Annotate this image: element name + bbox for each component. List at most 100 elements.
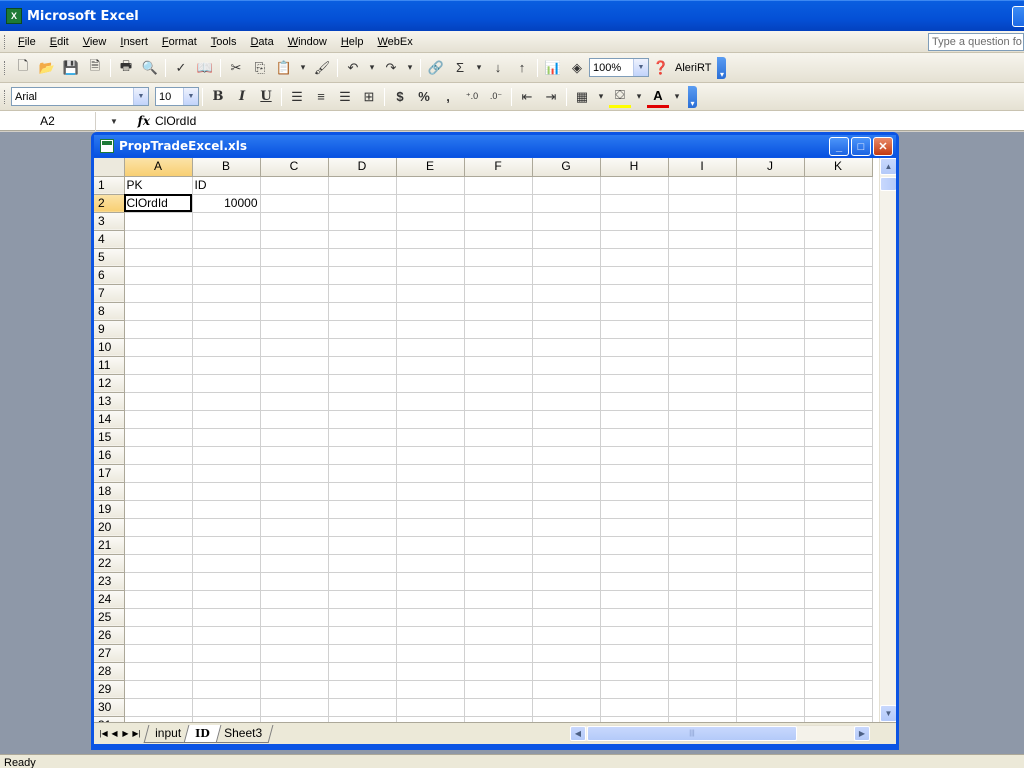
cell-f14[interactable] — [464, 410, 533, 429]
last-sheet-icon[interactable]: ▶| — [131, 729, 142, 738]
cell-h16[interactable] — [600, 446, 669, 465]
cell-f12[interactable] — [464, 374, 533, 393]
cut-icon[interactable]: ✂ — [225, 57, 247, 79]
cell-h21[interactable] — [600, 536, 669, 555]
cell-g24[interactable] — [532, 590, 601, 609]
cell-j25[interactable] — [736, 608, 805, 627]
toolbar-options-icon[interactable]: ▾ — [688, 85, 697, 108]
cell-g17[interactable] — [532, 464, 601, 483]
cell-i3[interactable] — [668, 212, 737, 231]
cell-e27[interactable] — [396, 644, 465, 663]
cell-c23[interactable] — [260, 572, 329, 591]
cell-e6[interactable] — [396, 266, 465, 285]
cell-g1[interactable] — [532, 176, 601, 195]
cell-c6[interactable] — [260, 266, 329, 285]
increase-indent-icon[interactable]: ⇥ — [540, 86, 562, 108]
cell-k12[interactable] — [804, 374, 873, 393]
redo-dropdown-icon[interactable]: ▾ — [404, 57, 416, 79]
cell-d7[interactable] — [328, 284, 397, 303]
column-header-j[interactable]: J — [736, 158, 805, 177]
cell-j14[interactable] — [736, 410, 805, 429]
cell-a7[interactable] — [124, 284, 193, 303]
select-all-corner[interactable] — [94, 158, 125, 177]
cell-a26[interactable] — [124, 626, 193, 645]
scroll-left-icon[interactable]: ◀ — [570, 726, 586, 741]
cell-f15[interactable] — [464, 428, 533, 447]
cell-g22[interactable] — [532, 554, 601, 573]
column-header-h[interactable]: H — [600, 158, 669, 177]
cell-g14[interactable] — [532, 410, 601, 429]
cell-h22[interactable] — [600, 554, 669, 573]
cell-d21[interactable] — [328, 536, 397, 555]
cell-i13[interactable] — [668, 392, 737, 411]
cell-c11[interactable] — [260, 356, 329, 375]
cell-b21[interactable] — [192, 536, 261, 555]
cell-e10[interactable] — [396, 338, 465, 357]
cell-k2[interactable] — [804, 194, 873, 213]
cell-e22[interactable] — [396, 554, 465, 573]
cell-g6[interactable] — [532, 266, 601, 285]
cell-f21[interactable] — [464, 536, 533, 555]
cell-i19[interactable] — [668, 500, 737, 519]
cell-f20[interactable] — [464, 518, 533, 537]
copy-icon[interactable]: ⎘ — [249, 57, 271, 79]
cell-b16[interactable] — [192, 446, 261, 465]
cell-g25[interactable] — [532, 608, 601, 627]
cell-i22[interactable] — [668, 554, 737, 573]
cell-a15[interactable] — [124, 428, 193, 447]
cell-c24[interactable] — [260, 590, 329, 609]
cell-a13[interactable] — [124, 392, 193, 411]
cell-k25[interactable] — [804, 608, 873, 627]
undo-icon[interactable]: ↶ — [342, 57, 364, 79]
cell-h8[interactable] — [600, 302, 669, 321]
cell-d8[interactable] — [328, 302, 397, 321]
cell-h20[interactable] — [600, 518, 669, 537]
cell-e9[interactable] — [396, 320, 465, 339]
cell-e28[interactable] — [396, 662, 465, 681]
fill-color-dropdown-icon[interactable]: ▾ — [633, 86, 645, 108]
cell-g16[interactable] — [532, 446, 601, 465]
cell-j2[interactable] — [736, 194, 805, 213]
cell-c26[interactable] — [260, 626, 329, 645]
sheet-tab-sheet3[interactable]: Sheet3 — [212, 724, 274, 743]
row-header[interactable]: 16 — [94, 446, 125, 465]
cell-i2[interactable] — [668, 194, 737, 213]
cell-e4[interactable] — [396, 230, 465, 249]
cell-j9[interactable] — [736, 320, 805, 339]
cell-k18[interactable] — [804, 482, 873, 501]
cell-f3[interactable] — [464, 212, 533, 231]
cell-h26[interactable] — [600, 626, 669, 645]
cell-d3[interactable] — [328, 212, 397, 231]
cell-a9[interactable] — [124, 320, 193, 339]
cell-g29[interactable] — [532, 680, 601, 699]
row-header[interactable]: 28 — [94, 662, 125, 681]
cell-c15[interactable] — [260, 428, 329, 447]
cell-a19[interactable] — [124, 500, 193, 519]
cell-c22[interactable] — [260, 554, 329, 573]
cell-j4[interactable] — [736, 230, 805, 249]
name-box[interactable]: A2 — [0, 111, 96, 131]
cell-c21[interactable] — [260, 536, 329, 555]
font-size-dropdown[interactable]: 10 ▼ — [155, 87, 199, 106]
cell-c17[interactable] — [260, 464, 329, 483]
cell-h15[interactable] — [600, 428, 669, 447]
cell-f24[interactable] — [464, 590, 533, 609]
cell-f13[interactable] — [464, 392, 533, 411]
cell-b24[interactable] — [192, 590, 261, 609]
toolbar-grip-handle[interactable] — [4, 60, 7, 75]
row-header[interactable]: 29 — [94, 680, 125, 699]
borders-icon[interactable]: ▦ — [571, 86, 593, 108]
cell-c27[interactable] — [260, 644, 329, 663]
column-header-i[interactable]: I — [668, 158, 737, 177]
column-header-d[interactable]: D — [328, 158, 397, 177]
scroll-down-icon[interactable]: ▼ — [880, 705, 896, 722]
cell-h19[interactable] — [600, 500, 669, 519]
cell-d28[interactable] — [328, 662, 397, 681]
chevron-down-icon[interactable]: ▼ — [633, 59, 648, 76]
cell-c19[interactable] — [260, 500, 329, 519]
cell-e26[interactable] — [396, 626, 465, 645]
cell-i11[interactable] — [668, 356, 737, 375]
chevron-down-icon[interactable]: ▼ — [96, 117, 132, 126]
horizontal-scroll-thumb[interactable]: ||| — [587, 726, 797, 741]
cell-b8[interactable] — [192, 302, 261, 321]
